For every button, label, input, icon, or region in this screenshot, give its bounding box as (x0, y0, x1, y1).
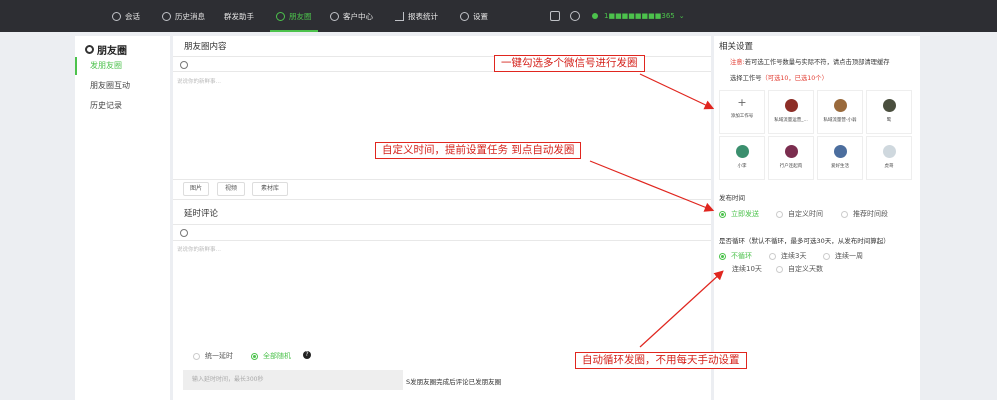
callout-auto-loop: 自动循环发圈，不用每天手动设置 (575, 352, 747, 369)
callout-multi-select: 一键勾选多个微信号进行发圈 (494, 55, 645, 72)
arrow-to-publish-time (589, 160, 715, 212)
callout-custom-time: 自定义时间，提前设置任务 到点自动发圈 (375, 142, 582, 159)
arrow-to-accounts (639, 73, 715, 110)
arrow-to-loop (639, 270, 724, 348)
